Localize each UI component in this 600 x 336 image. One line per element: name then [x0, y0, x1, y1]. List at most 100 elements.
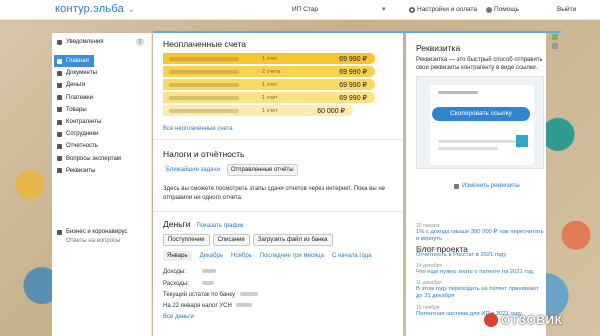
- blog-post-title[interactable]: Отчетность в Росстат в 2021 году: [416, 252, 544, 259]
- chevron-down-icon[interactable]: ⌄: [128, 5, 135, 14]
- period-january[interactable]: Январь: [163, 251, 192, 261]
- period-november[interactable]: Ноябрь: [231, 253, 252, 259]
- sidebar-item-employees[interactable]: Сотрудники: [52, 128, 152, 140]
- income-label: Доходы:: [163, 269, 187, 275]
- period-last-three-months[interactable]: Последние три месяца: [260, 253, 324, 259]
- balance-label: Текущий остаток по банку: [163, 292, 236, 298]
- tab-sent-reports[interactable]: Отправленные отчёты: [226, 164, 298, 176]
- home-icon: [57, 58, 62, 64]
- payments-icon: [57, 95, 62, 101]
- feedback-icon[interactable]: [552, 34, 558, 40]
- bell-icon: [57, 39, 62, 45]
- invoice-row[interactable]: 2 счета 69 990 ₽: [163, 66, 375, 77]
- sidebar-item-requisites[interactable]: Реквизиты: [52, 165, 152, 177]
- period-december[interactable]: Декабрь: [200, 253, 223, 259]
- change-requisites-link[interactable]: Изменить реквизиты: [454, 183, 520, 189]
- blog-post[interactable]: 20 января 1% с дохода свыше 300 000 ₽: к…: [416, 223, 544, 242]
- tax-value-blurred: [236, 303, 253, 308]
- tax-label: На 22 января налог УСН: [163, 303, 232, 309]
- sidebar-item-home[interactable]: Главная: [54, 55, 94, 68]
- qr-code-icon: [516, 135, 528, 147]
- money-header: Деньги Показать график: [163, 219, 243, 229]
- all-invoices-link[interactable]: Все неоплаченные счета: [163, 126, 233, 132]
- invoice-amount: 69 990 ₽: [339, 94, 367, 102]
- employees-icon: [57, 131, 62, 137]
- blog-post[interactable]: 13 января Отчетность в Росстат в 2021 го…: [416, 246, 544, 259]
- sidebar-item-label: Реквизиты: [66, 167, 96, 174]
- invoices-title: Неоплаченные счета: [163, 39, 246, 49]
- blog-post-title[interactable]: Что еще нужно знать о патенте на 2021 го…: [416, 269, 544, 276]
- blog-post[interactable]: 11 декабря В этом году переходить на пат…: [416, 280, 544, 299]
- kontur-elba-logo[interactable]: контур.эльба: [55, 3, 124, 15]
- tab-upcoming-tasks[interactable]: Ближайшие задачи: [163, 165, 223, 175]
- invoice-row[interactable]: 1 счет 69 990 ₽: [163, 92, 375, 103]
- sidebar-item-documents[interactable]: Документы: [52, 67, 152, 79]
- org-dropdown-icon[interactable]: ▾: [382, 5, 386, 13]
- notifications-label: Уведомления: [66, 39, 104, 45]
- blog-post[interactable]: 14 декабря Что еще нужно знать о патенте…: [416, 263, 544, 276]
- help-link[interactable]: Помощь: [486, 6, 519, 13]
- requisites-icon: [57, 168, 62, 174]
- contractor-name-blurred: [169, 108, 239, 113]
- invoice-row[interactable]: 1 счет 69 990 ₽: [163, 79, 375, 90]
- expense-button[interactable]: Списание: [212, 234, 250, 246]
- blog-post-title[interactable]: 1% с дохода свыше 300 000 ₽: как пересчи…: [416, 229, 544, 242]
- settings-label: Настройки и оплата: [417, 6, 478, 13]
- sidebar-menu: Главная Документы Деньги Платежки Товары…: [52, 55, 152, 177]
- contractor-name-blurred: [169, 69, 239, 74]
- info-icon: [57, 229, 62, 235]
- requisites-card-image: [430, 85, 534, 165]
- chat-icon[interactable]: [552, 43, 558, 49]
- sidebar-item-contractors[interactable]: Контрагенты: [52, 116, 152, 128]
- all-money-link[interactable]: Все деньги: [163, 314, 194, 320]
- copy-link-button[interactable]: Скопировать ссылку: [432, 107, 530, 121]
- contractor-name-blurred: [169, 95, 239, 100]
- sidebar-item-goods[interactable]: Товары: [52, 104, 152, 116]
- notifications-count: 1: [136, 38, 144, 46]
- settings-link[interactable]: Настройки и оплата: [409, 6, 477, 13]
- sidebar-item-payments[interactable]: Платежки: [52, 92, 152, 104]
- sidebar-item-reports[interactable]: Отчетность: [52, 140, 152, 152]
- answers-link[interactable]: Ответы на вопросы: [66, 238, 120, 244]
- invoice-amount: 69 990 ₽: [339, 68, 367, 76]
- sidebar-item-label: Отчетность: [66, 143, 98, 150]
- organization-name[interactable]: ИП Стар: [292, 6, 318, 13]
- sidebar-item-label: Деньги: [66, 82, 86, 89]
- right-panel: Реквизитка Реквизитка — это быстрый спос…: [406, 33, 546, 336]
- business-label: Бизнес и коронавирус: [66, 229, 128, 235]
- money-buttons: Поступление Списание Загрузить файл из б…: [163, 234, 333, 246]
- taxes-tabs: Ближайшие задачи Отправленные отчёты: [163, 164, 298, 176]
- expenses-value-blurred: [202, 281, 215, 286]
- watermark-text: ОТЗОВИК: [501, 313, 563, 327]
- business-coronavirus-link[interactable]: Бизнес и коронавирус: [57, 229, 127, 235]
- taxes-title: Налоги и отчётность: [163, 149, 245, 159]
- requisites-title: Реквизитка: [416, 43, 461, 53]
- balance-row: Текущий остаток по банку: [163, 292, 258, 298]
- sidebar-item-label: Сотрудники: [66, 131, 99, 138]
- invoice-count: 1 счет: [262, 94, 278, 101]
- exit-link[interactable]: Выйти: [557, 6, 576, 13]
- period-year-to-date[interactable]: С начала года: [332, 253, 372, 259]
- goods-icon: [57, 107, 62, 113]
- invoice-count: 1 счет: [262, 55, 278, 62]
- invoice-count: 2 счета: [262, 68, 281, 75]
- upload-bank-file-button[interactable]: Загрузить файл из банка: [252, 234, 333, 246]
- invoice-row[interactable]: 1 счет 69 990 ₽: [163, 53, 375, 64]
- sidebar-item-money[interactable]: Деньги: [52, 79, 152, 91]
- help-icon: [486, 6, 492, 13]
- notifications-item[interactable]: Уведомления 1: [57, 38, 144, 46]
- income-button[interactable]: Поступление: [163, 234, 210, 246]
- placeholder-line: [438, 147, 498, 150]
- show-chart-link[interactable]: Показать график: [196, 223, 243, 229]
- contractor-name-blurred: [169, 56, 239, 61]
- sidebar-item-label: Платежки: [66, 94, 93, 101]
- invoice-count: 1 счет: [262, 81, 278, 88]
- invoice-row[interactable]: 1 счет 60 000 ₽: [163, 105, 353, 116]
- documents-icon: [57, 70, 62, 76]
- sidebar-item-label: Документы: [66, 70, 97, 77]
- sidebar-item-questions[interactable]: Вопросы экспертам: [52, 153, 152, 165]
- invoice-amount: 60 000 ₽: [317, 107, 345, 115]
- blog-post-title[interactable]: В этом году переходить на патент принима…: [416, 286, 544, 299]
- invoice-count: 1 счет: [262, 107, 278, 114]
- sidebar: Уведомления 1 Главная Документы Деньги П…: [52, 33, 152, 336]
